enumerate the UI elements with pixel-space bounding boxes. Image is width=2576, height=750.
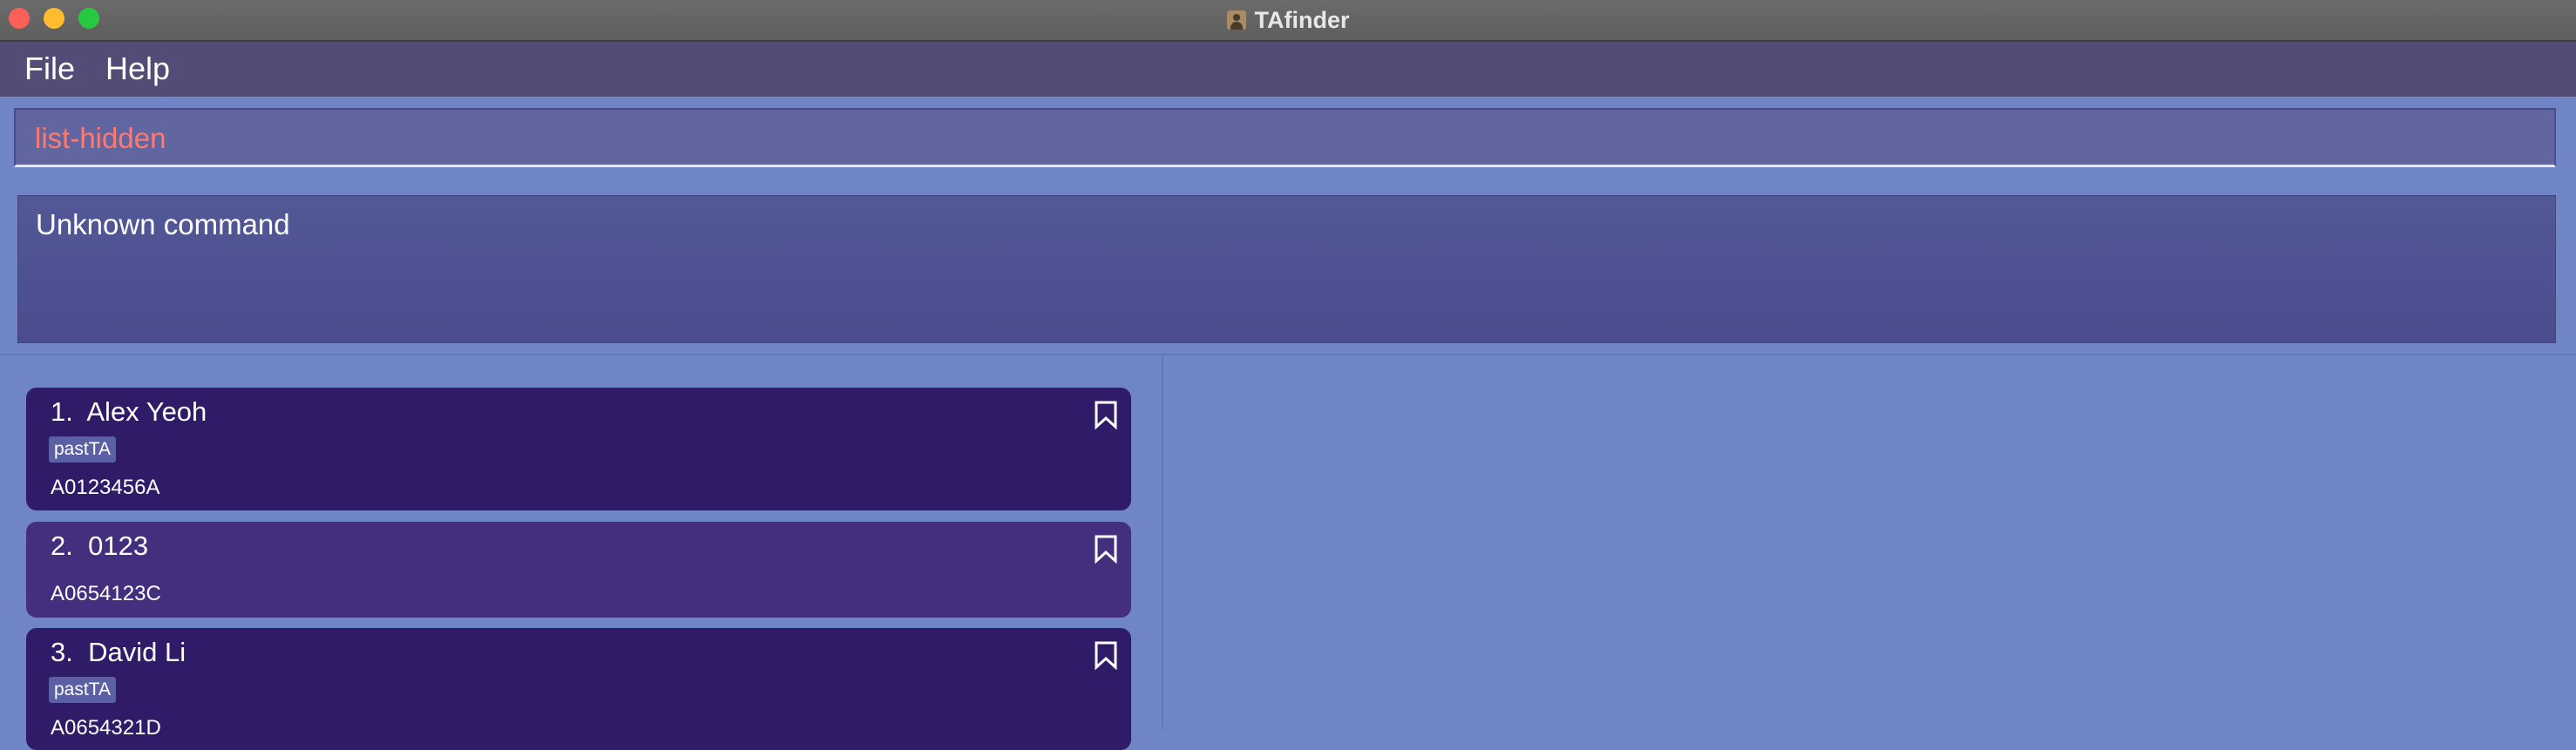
command-input-text: list-hidden [35, 122, 166, 154]
window-title-text: TAfinder [1254, 6, 1350, 33]
window-title: TAfinder [0, 0, 2576, 40]
person-tag: pastTA [49, 436, 116, 463]
person-index: 1. [51, 396, 73, 427]
result-message: Unknown command [36, 208, 290, 240]
person-card-title: 1. Alex Yeoh [51, 396, 207, 428]
person-card-title: 2. 0123 [51, 530, 148, 562]
person-name: Alex Yeoh [86, 396, 207, 427]
bookmark-icon[interactable] [1093, 400, 1119, 429]
person-id: A0123456A [51, 476, 160, 499]
panel-divider-vertical[interactable] [1162, 355, 1163, 730]
person-card[interactable]: 3. David Li pastTA A0654321D [26, 628, 1131, 750]
command-input[interactable]: list-hidden [14, 108, 2556, 167]
window-titlebar: TAfinder [0, 0, 2576, 42]
bookmark-icon[interactable] [1093, 640, 1119, 670]
person-tag: pastTA [49, 677, 116, 703]
person-id: A0654123C [51, 582, 161, 605]
menu-file[interactable]: File [24, 51, 75, 87]
person-card[interactable]: 2. 0123 A0654123C [26, 522, 1131, 618]
person-index: 3. [51, 637, 73, 667]
person-card-title: 3. David Li [51, 637, 186, 668]
app-icon [1226, 10, 1246, 30]
bookmark-icon[interactable] [1093, 534, 1119, 564]
result-display: Unknown command [17, 195, 2556, 343]
menu-bar: File Help [0, 42, 2576, 97]
person-index: 2. [51, 530, 73, 561]
menu-help[interactable]: Help [105, 51, 170, 87]
panel-divider-horizontal [0, 354, 2576, 355]
person-name: 0123 [88, 530, 149, 561]
person-id: A0654321D [51, 716, 161, 740]
person-card[interactable]: 1. Alex Yeoh pastTA A0123456A [26, 388, 1131, 510]
person-name: David Li [88, 637, 186, 667]
